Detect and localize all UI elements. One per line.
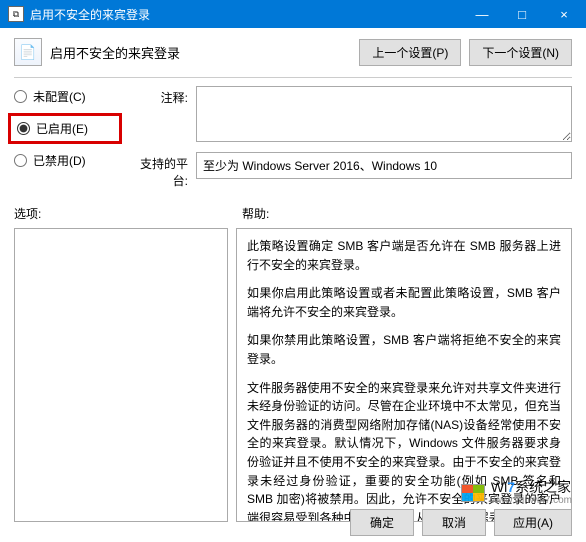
- radio-disabled[interactable]: 已禁用(D): [14, 152, 116, 169]
- comment-input[interactable]: [196, 86, 572, 142]
- ok-button[interactable]: 确定: [350, 509, 414, 536]
- next-setting-button[interactable]: 下一个设置(N): [469, 39, 572, 66]
- policy-title: 启用不安全的来宾登录: [50, 43, 180, 62]
- maximize-button[interactable]: □: [502, 0, 542, 28]
- fields: 注释: 支持的平台: 至少为 Windows Server 2016、Windo…: [128, 86, 572, 189]
- window-controls: — □ ×: [462, 0, 586, 28]
- comment-label: 注释:: [128, 86, 188, 106]
- previous-setting-button[interactable]: 上一个设置(P): [359, 39, 461, 66]
- minimize-button[interactable]: —: [462, 0, 502, 28]
- enabled-highlight: 已启用(E): [8, 113, 122, 144]
- help-text: 此策略设置确定 SMB 客户端是否允许在 SMB 服务器上进行不安全的来宾登录。…: [247, 237, 561, 522]
- help-p1: 此策略设置确定 SMB 客户端是否允许在 SMB 服务器上进行不安全的来宾登录。: [247, 237, 561, 274]
- help-panel: 此策略设置确定 SMB 客户端是否允许在 SMB 服务器上进行不安全的来宾登录。…: [236, 228, 572, 522]
- cancel-button[interactable]: 取消: [422, 509, 486, 536]
- radio-enabled[interactable]: 已启用(E): [17, 120, 113, 137]
- window-title: 启用不安全的来宾登录: [30, 6, 462, 23]
- state-radios: 未配置(C) 已启用(E) 已禁用(D): [14, 86, 116, 189]
- app-icon: ⧉: [8, 6, 24, 22]
- help-p2: 如果你启用此策略设置或者未配置此策略设置，SMB 客户端将允许不安全的来宾登录。: [247, 284, 561, 321]
- divider: [14, 77, 572, 78]
- platform-label: 支持的平台:: [128, 152, 188, 189]
- help-p4: 文件服务器使用不安全的来宾登录来允许对共享文件夹进行未经身份验证的访问。尽管在企…: [247, 379, 561, 522]
- config-area: 未配置(C) 已启用(E) 已禁用(D) 注释: 支持的平台: 至少为 Wind…: [0, 86, 586, 195]
- header: 📄 启用不安全的来宾登录 上一个设置(P) 下一个设置(N): [0, 28, 586, 75]
- radio-enabled-label: 已启用(E): [36, 120, 88, 137]
- policy-icon: 📄: [14, 38, 42, 66]
- platform-value: 至少为 Windows Server 2016、Windows 10: [196, 152, 572, 179]
- radio-not-configured-input[interactable]: [14, 90, 27, 103]
- apply-button[interactable]: 应用(A): [494, 509, 572, 536]
- options-panel: [14, 228, 228, 522]
- radio-enabled-input[interactable]: [17, 122, 30, 135]
- titlebar: ⧉ 启用不安全的来宾登录 — □ ×: [0, 0, 586, 28]
- help-label: 帮助:: [242, 205, 269, 222]
- section-labels: 选项: 帮助:: [0, 195, 586, 226]
- close-button[interactable]: ×: [542, 0, 586, 28]
- options-label: 选项:: [14, 205, 242, 222]
- radio-not-configured[interactable]: 未配置(C): [14, 88, 116, 105]
- help-p3: 如果你禁用此策略设置，SMB 客户端将拒绝不安全的来宾登录。: [247, 331, 561, 368]
- radio-not-configured-label: 未配置(C): [33, 88, 86, 105]
- panels: 此策略设置确定 SMB 客户端是否允许在 SMB 服务器上进行不安全的来宾登录。…: [0, 226, 586, 522]
- footer: 确定 取消 应用(A): [350, 509, 572, 536]
- radio-disabled-input[interactable]: [14, 154, 27, 167]
- radio-disabled-label: 已禁用(D): [33, 152, 86, 169]
